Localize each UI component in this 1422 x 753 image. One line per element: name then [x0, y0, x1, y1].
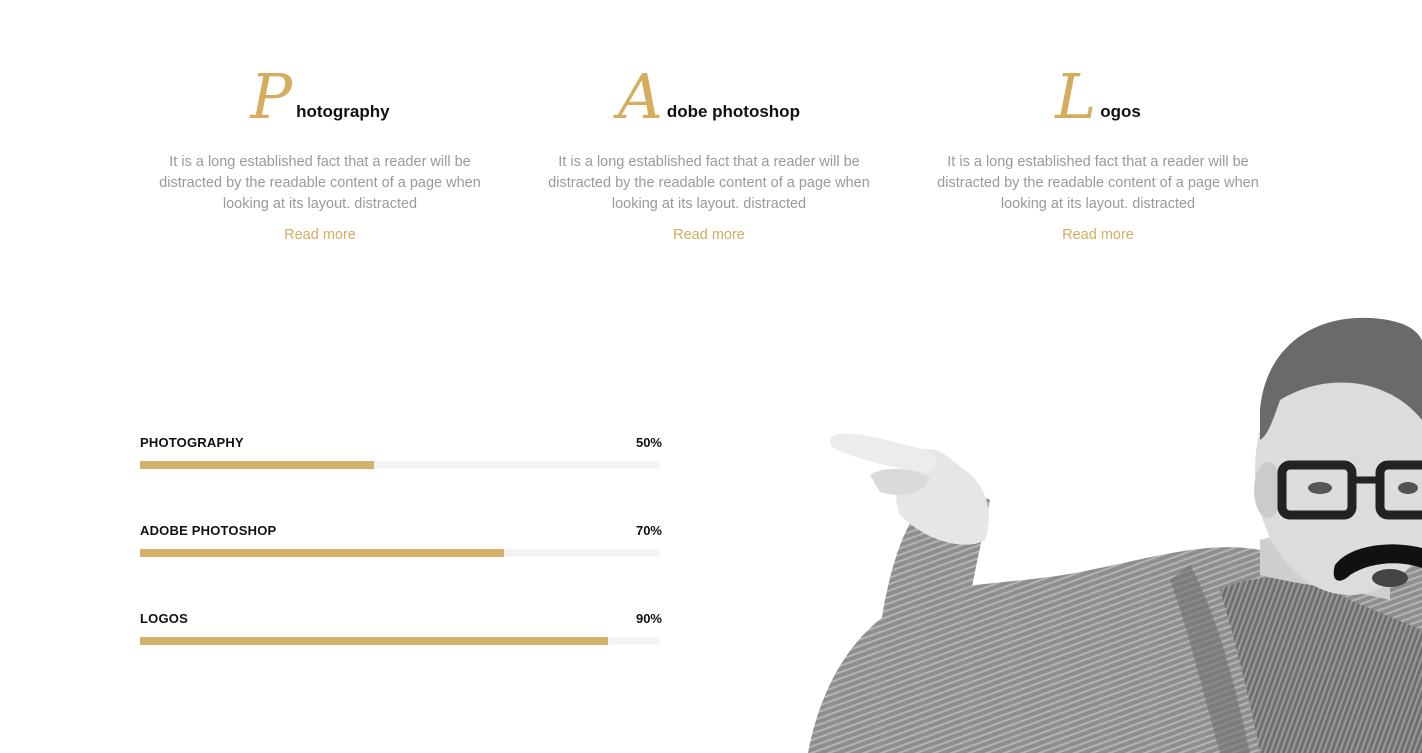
skill-logos: LOGOS 90% [140, 608, 662, 696]
skill-percent: 50% [635, 434, 662, 450]
service-adobe-photoshop: A dobe photoshop It is a long establishe… [534, 60, 884, 244]
services-section: P hotography It is a long established fa… [0, 60, 1422, 260]
progress-fill [140, 637, 608, 645]
service-photography: P hotography It is a long established fa… [145, 60, 495, 244]
progress-fill [140, 549, 504, 557]
service-description: It is a long established fact that a rea… [937, 154, 1259, 212]
skill-percent: 90% [635, 610, 662, 626]
skill-name: LOGOS [140, 610, 188, 626]
progress-track [140, 549, 660, 557]
skill-name: PHOTOGRAPHY [140, 434, 244, 450]
service-title: L ogos [923, 60, 1273, 128]
skill-name: ADOBE PHOTOSHOP [140, 522, 277, 538]
read-more-link[interactable]: Read more [1062, 227, 1134, 243]
service-title: A dobe photoshop [534, 60, 884, 128]
progress-track [140, 637, 660, 645]
skill-percent: 70% [635, 522, 662, 538]
skills-section: PHOTOGRAPHY 50% ADOBE PHOTOSHOP 70% LOGO… [140, 432, 662, 696]
service-title: P hotography [145, 60, 495, 128]
progress-track [140, 461, 660, 469]
service-initial: A [618, 60, 663, 133]
service-description: It is a long established fact that a rea… [548, 154, 870, 212]
progress-fill [140, 461, 374, 469]
service-title-text: ogos [1100, 102, 1141, 121]
service-initial: P [250, 60, 293, 133]
service-logos: L ogos It is a long established fact tha… [923, 60, 1273, 244]
service-title-text: dobe photoshop [666, 102, 800, 121]
service-initial: L [1055, 60, 1097, 133]
skill-adobe-photoshop: ADOBE PHOTOSHOP 70% [140, 520, 662, 608]
read-more-link[interactable]: Read more [673, 227, 745, 243]
service-title-text: hotography [296, 102, 390, 121]
portrait-image [790, 300, 1422, 753]
read-more-link[interactable]: Read more [284, 227, 356, 243]
service-description: It is a long established fact that a rea… [159, 154, 481, 212]
skill-photography: PHOTOGRAPHY 50% [140, 432, 662, 520]
